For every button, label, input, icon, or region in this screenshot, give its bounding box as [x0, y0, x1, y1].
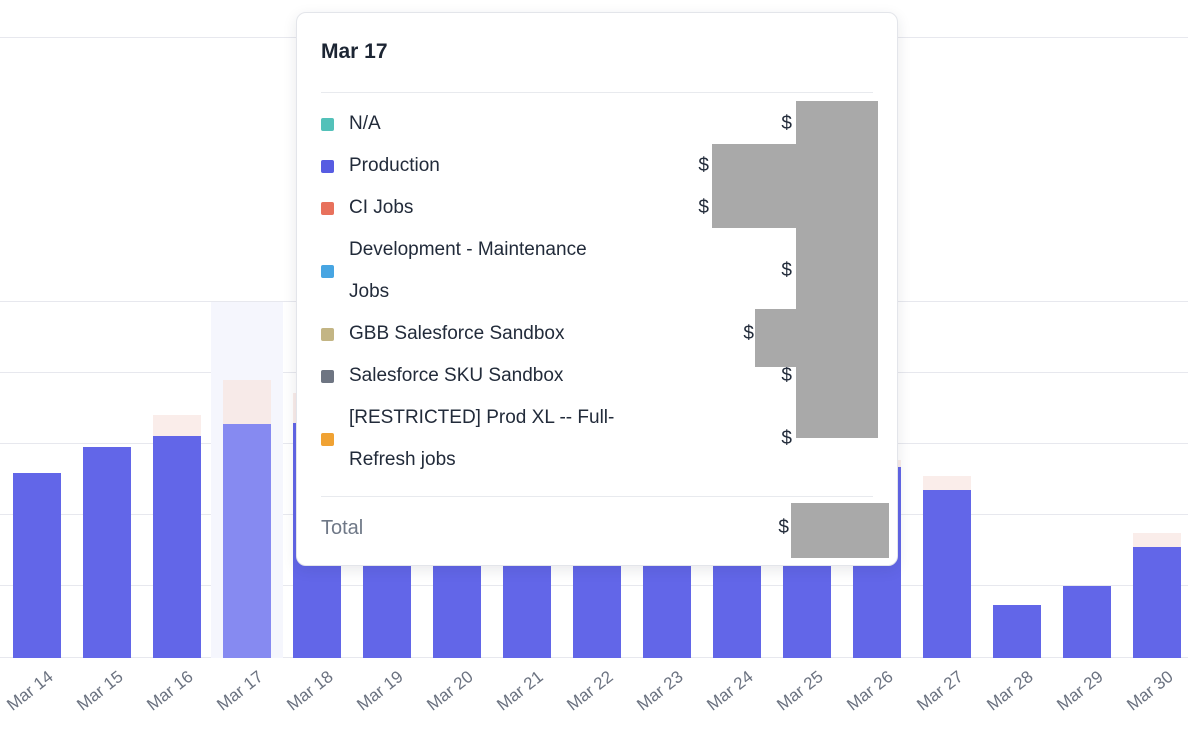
- bar-mar-22[interactable]: [573, 552, 621, 658]
- x-axis-label: Mar 30: [1123, 667, 1177, 715]
- tooltip-row-value: $: [698, 197, 709, 219]
- bar-mar-15[interactable]: [83, 447, 131, 658]
- x-axis-label: Mar 15: [73, 667, 127, 715]
- bar-mar-30[interactable]: [1133, 547, 1181, 658]
- tooltip-total-value: $: [778, 517, 789, 539]
- bar-mar-21[interactable]: [503, 552, 551, 658]
- legend-swatch: [321, 328, 334, 341]
- x-axis-label: Mar 23: [633, 667, 687, 715]
- bar-mar-30-cap[interactable]: [1133, 533, 1181, 547]
- x-axis-label: Mar 14: [3, 667, 57, 715]
- legend-swatch: [321, 118, 334, 131]
- tooltip-title: Mar 17: [297, 13, 897, 65]
- tooltip-row-value: $: [743, 323, 754, 345]
- x-axis-label: Mar 19: [353, 667, 407, 715]
- bar-mar-27-cap[interactable]: [923, 476, 971, 490]
- tooltip-row-label: CI Jobs: [349, 187, 413, 229]
- redaction-box: [796, 101, 878, 438]
- bar-mar-23[interactable]: [643, 552, 691, 658]
- bar-mar-28[interactable]: [993, 605, 1041, 658]
- legend-swatch: [321, 160, 334, 173]
- x-axis-label: Mar 21: [493, 667, 547, 715]
- x-axis-label: Mar 22: [563, 667, 617, 715]
- tooltip-row-label: [RESTRICTED] Prod XL -- Full-Refresh job…: [349, 397, 624, 481]
- chart-tooltip: Mar 17 N/A $ Production $ CI Jobs $ Developmen…: [296, 12, 898, 566]
- redaction-box: [755, 309, 796, 367]
- bar-mar-29[interactable]: [1063, 586, 1111, 658]
- bar-mar-17[interactable]: [223, 424, 271, 658]
- tooltip-total-label: Total: [321, 517, 363, 540]
- x-axis-label: Mar 20: [423, 667, 477, 715]
- tooltip-row-label: Production: [349, 145, 440, 187]
- x-axis-label: Mar 17: [213, 667, 267, 715]
- legend-swatch: [321, 265, 334, 278]
- tooltip-row-value: $: [781, 260, 792, 282]
- tooltip-row-label: Development - Maintenance Jobs: [349, 229, 624, 313]
- tooltip-row-label: N/A: [349, 103, 381, 145]
- bar-mar-17-cap[interactable]: [223, 380, 271, 424]
- tooltip-row-value: $: [698, 155, 709, 177]
- x-axis-label: Mar 29: [1053, 667, 1107, 715]
- redaction-box: [791, 503, 889, 558]
- x-axis-label: Mar 28: [983, 667, 1037, 715]
- bar-mar-19[interactable]: [363, 552, 411, 658]
- bar-mar-14[interactable]: [13, 473, 61, 658]
- tooltip-row-value: $: [781, 365, 792, 387]
- bar-mar-27[interactable]: [923, 490, 971, 658]
- x-axis-label: Mar 18: [283, 667, 337, 715]
- tooltip-row-value: $: [781, 428, 792, 450]
- x-axis-label: Mar 16: [143, 667, 197, 715]
- bar-mar-16[interactable]: [153, 436, 201, 658]
- bar-mar-16-cap[interactable]: [153, 415, 201, 436]
- tooltip-row-value: $: [781, 113, 792, 135]
- legend-swatch: [321, 433, 334, 446]
- x-axis-label: Mar 24: [703, 667, 757, 715]
- bar-mar-25[interactable]: [783, 552, 831, 658]
- legend-swatch: [321, 370, 334, 383]
- bar-mar-20[interactable]: [433, 552, 481, 658]
- tooltip-row-label: Salesforce SKU Sandbox: [349, 355, 563, 397]
- x-axis-label: Mar 26: [843, 667, 897, 715]
- tooltip-row-label: GBB Salesforce Sandbox: [349, 313, 564, 355]
- cost-bar-chart: Mar 14 Mar 15 Mar 16 Mar 17 Mar 18 Mar 19 Mar …: [0, 0, 1188, 754]
- x-axis-label: Mar 27: [913, 667, 967, 715]
- x-axis-label: Mar 25: [773, 667, 827, 715]
- legend-swatch: [321, 202, 334, 215]
- redaction-box: [712, 144, 796, 228]
- bar-mar-24[interactable]: [713, 552, 761, 658]
